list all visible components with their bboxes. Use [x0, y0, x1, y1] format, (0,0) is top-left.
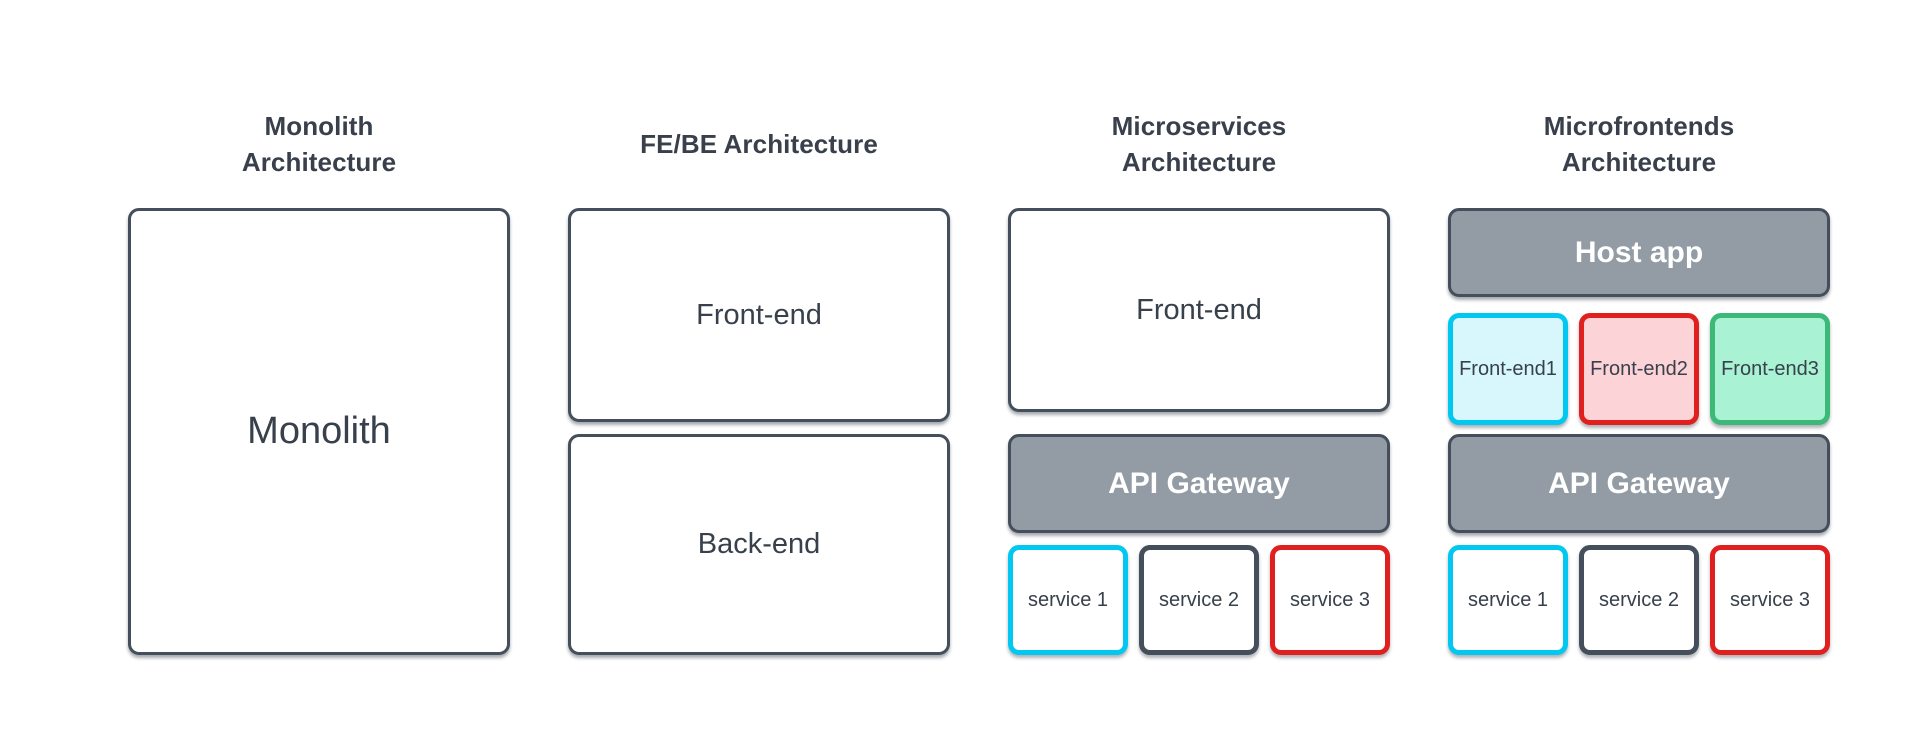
column-monolith-architecture: Monolith Architecture Monolith — [128, 0, 510, 748]
microfrontends-frontend-row: Front-end1 Front-end2 Front-end3 — [1448, 313, 1830, 425]
monolith-box: Monolith — [128, 208, 510, 655]
column-microservices-architecture: Microservices Architecture Front-end API… — [1008, 0, 1390, 748]
column-title-monolith-line1: Monolith — [264, 111, 374, 141]
column-title-microfrontends: Microfrontends Architecture — [1448, 108, 1830, 180]
column-fe-be-architecture: FE/BE Architecture Front-end Back-end — [568, 0, 950, 748]
microservices-api-gateway-box: API Gateway — [1008, 434, 1390, 533]
column-title-fe-be: FE/BE Architecture — [568, 126, 950, 162]
microfrontends-service-3: service 3 — [1710, 545, 1830, 655]
architecture-comparison-diagram: Monolith Architecture Monolith FE/BE Arc… — [0, 0, 1920, 748]
microservices-service-row: service 1 service 2 service 3 — [1008, 545, 1390, 655]
microfrontends-service-1: service 1 — [1448, 545, 1568, 655]
microfrontends-host-app-box: Host app — [1448, 208, 1830, 297]
column-microfrontends-architecture: Microfrontends Architecture Host app Fro… — [1448, 0, 1830, 748]
column-title-microservices: Microservices Architecture — [1008, 108, 1390, 180]
microfrontends-service-2: service 2 — [1579, 545, 1699, 655]
column-title-monolith-line2: Architecture — [241, 147, 397, 177]
microfrontends-frontend-3: Front-end3 — [1710, 313, 1830, 425]
column-title-microfrontends-line1: Microfrontends — [1543, 111, 1735, 141]
microservices-service-2: service 2 — [1139, 545, 1259, 655]
column-title-monolith: Monolith Architecture — [128, 108, 510, 180]
fe-be-frontend-box: Front-end — [568, 208, 950, 422]
microfrontends-frontend-1: Front-end1 — [1448, 313, 1568, 425]
microfrontends-service-row: service 1 service 2 service 3 — [1448, 545, 1830, 655]
microservices-frontend-box: Front-end — [1008, 208, 1390, 412]
fe-be-backend-box: Back-end — [568, 434, 950, 655]
column-title-fe-be-line1: FE/BE Architecture — [640, 129, 878, 159]
microservices-service-1: service 1 — [1008, 545, 1128, 655]
column-title-microfrontends-line2: Architecture — [1561, 147, 1717, 177]
microfrontends-frontend-2: Front-end2 — [1579, 313, 1699, 425]
microservices-service-3: service 3 — [1270, 545, 1390, 655]
column-title-microservices-line2: Architecture — [1121, 147, 1277, 177]
column-title-microservices-line1: Microservices — [1111, 111, 1287, 141]
microfrontends-api-gateway-box: API Gateway — [1448, 434, 1830, 533]
